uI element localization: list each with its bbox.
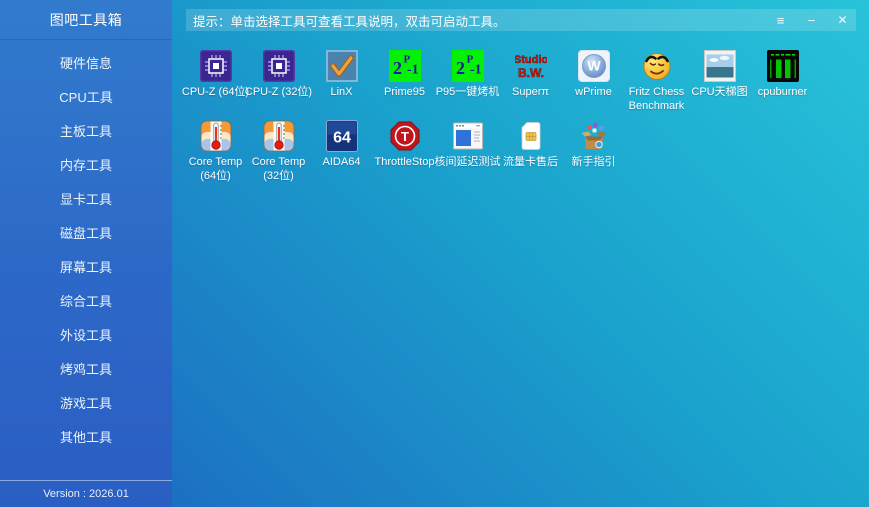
tool-prime95[interactable]: 2P-1Prime95 [373,50,436,117]
sidebar-item-disk-tools[interactable]: 磁盘工具 [0,215,172,249]
cpu-z-icon [200,50,232,82]
app-title: 图吧工具箱 [0,0,172,40]
app-window: 图吧工具箱 硬件信息CPU工具主板工具内存工具显卡工具磁盘工具屏幕工具综合工具外… [0,0,869,507]
sidebar-item-other-tools[interactable]: 其他工具 [0,419,172,453]
linx-icon [326,50,358,82]
tool-linx[interactable]: LinX [310,50,373,117]
svg-text:T: T [401,129,409,144]
tool-grid: CPU-Z (64位)CPU-Z (32位)LinX2P-1Prime952P-… [172,36,869,507]
sidebar-item-memory-tools[interactable]: 内存工具 [0,147,172,181]
tool-cpuburner[interactable]: cpuburner [751,50,814,117]
tool-superpi[interactable]: StudioB.W.Superπ [499,50,562,117]
tool-label: 流量卡售后 [495,156,567,170]
sidebar-item-misc-tools[interactable]: 综合工具 [0,283,172,317]
tool-label: CPU天梯图 [684,86,756,100]
sidebar-item-hardware-info[interactable]: 硬件信息 [0,45,172,79]
guide-box-icon [578,120,610,152]
aida64-icon: 64 [326,120,358,152]
tool-label: CPU-Z (32位) [243,86,315,100]
svg-text:2: 2 [456,58,465,78]
core-temp-icon [200,120,232,152]
svg-text:64: 64 [333,130,351,147]
fritz-chess-icon [641,50,673,82]
tool-label: CPU-Z (64位) [180,86,252,100]
tool-row: Core Temp (64位)Core Temp (32位)64AIDA64TT… [184,120,869,187]
hint-band: 提示：单击选择工具可查看工具说明，双击可启动工具。 ≡−✕ [186,9,856,31]
menu-button[interactable]: ≡ [770,9,791,31]
tool-core-temp-32[interactable]: Core Temp (32位) [247,120,310,187]
svg-text:B.W.: B.W. [518,66,544,80]
tool-newbie-guide[interactable]: 新手指引 [562,120,625,187]
tool-label: cpuburner [747,86,819,100]
tool-label: wPrime [558,86,630,100]
tool-throttlestop[interactable]: TThrottleStop [373,120,436,187]
throttlestop-icon: T [389,120,421,152]
wprime-icon: W [578,50,610,82]
tool-label: AIDA64 [306,156,378,170]
sidebar-item-gpu-tools[interactable]: 显卡工具 [0,181,172,215]
tool-label: 新手指引 [558,156,630,170]
tool-sim-card-aftersale[interactable]: 流量卡售后 [499,120,562,187]
svg-text:-1: -1 [407,63,419,78]
tool-label: Core Temp (64位) [180,156,252,184]
cpu-z-icon [263,50,295,82]
tool-label: ThrottleStop [369,156,441,170]
prime95-icon: 2P-1 [389,50,421,82]
cpu-ladder-icon [704,50,736,82]
tool-label: Prime95 [369,86,441,100]
window-controls: ≡−✕ [760,9,853,31]
tool-aida64[interactable]: 64AIDA64 [310,120,373,187]
svg-text:Studio: Studio [515,54,547,66]
tool-p95-one-key-bake[interactable]: 2P-1P95一键烤机 [436,50,499,117]
tool-label: 核间延迟测试 [432,156,504,170]
tool-label: Superπ [495,86,567,100]
sidebar-item-stress-tools[interactable]: 烤鸡工具 [0,351,172,385]
sidebar-item-cpu-tools[interactable]: CPU工具 [0,79,172,113]
core-latency-icon [452,120,484,152]
tool-label: Fritz Chess Benchmark [621,86,693,114]
sidebar-item-motherboard-tools[interactable]: 主板工具 [0,113,172,147]
cpuburner-icon [767,50,799,82]
sidebar-menu: 硬件信息CPU工具主板工具内存工具显卡工具磁盘工具屏幕工具综合工具外设工具烤鸡工… [0,40,172,480]
sidebar: 图吧工具箱 硬件信息CPU工具主板工具内存工具显卡工具磁盘工具屏幕工具综合工具外… [0,0,172,507]
prime95-icon: 2P-1 [452,50,484,82]
svg-text:-1: -1 [470,63,482,78]
tool-fritz-chess-benchmark[interactable]: Fritz Chess Benchmark [625,50,688,117]
tool-cpu-ladder-chart[interactable]: CPU天梯图 [688,50,751,117]
tool-cpu-z-32[interactable]: CPU-Z (32位) [247,50,310,117]
superpi-icon: StudioB.W. [515,50,547,82]
hint-text: 提示：单击选择工具可查看工具说明，双击可启动工具。 [186,11,506,30]
tool-label: Core Temp (32位) [243,156,315,184]
version-label: Version : 2026.01 [0,480,172,507]
sidebar-item-screen-tools[interactable]: 屏幕工具 [0,249,172,283]
svg-text:W: W [587,58,601,74]
tool-label: P95一键烤机 [432,86,504,100]
tool-core-latency-test[interactable]: 核间延迟测试 [436,120,499,187]
tool-core-temp-64[interactable]: Core Temp (64位) [184,120,247,187]
sidebar-item-game-tools[interactable]: 游戏工具 [0,385,172,419]
core-temp-icon [263,120,295,152]
minimize-button[interactable]: − [801,9,822,31]
tool-wprime[interactable]: WwPrime [562,50,625,117]
close-button[interactable]: ✕ [832,9,853,31]
sidebar-item-peripheral-tools[interactable]: 外设工具 [0,317,172,351]
svg-text:2: 2 [393,58,402,78]
tool-label: LinX [306,86,378,100]
tool-cpu-z-64[interactable]: CPU-Z (64位) [184,50,247,117]
sim-card-icon [515,120,547,152]
tool-row: CPU-Z (64位)CPU-Z (32位)LinX2P-1Prime952P-… [184,50,869,117]
titlebar: 提示：单击选择工具可查看工具说明，双击可启动工具。 ≡−✕ [172,0,869,36]
